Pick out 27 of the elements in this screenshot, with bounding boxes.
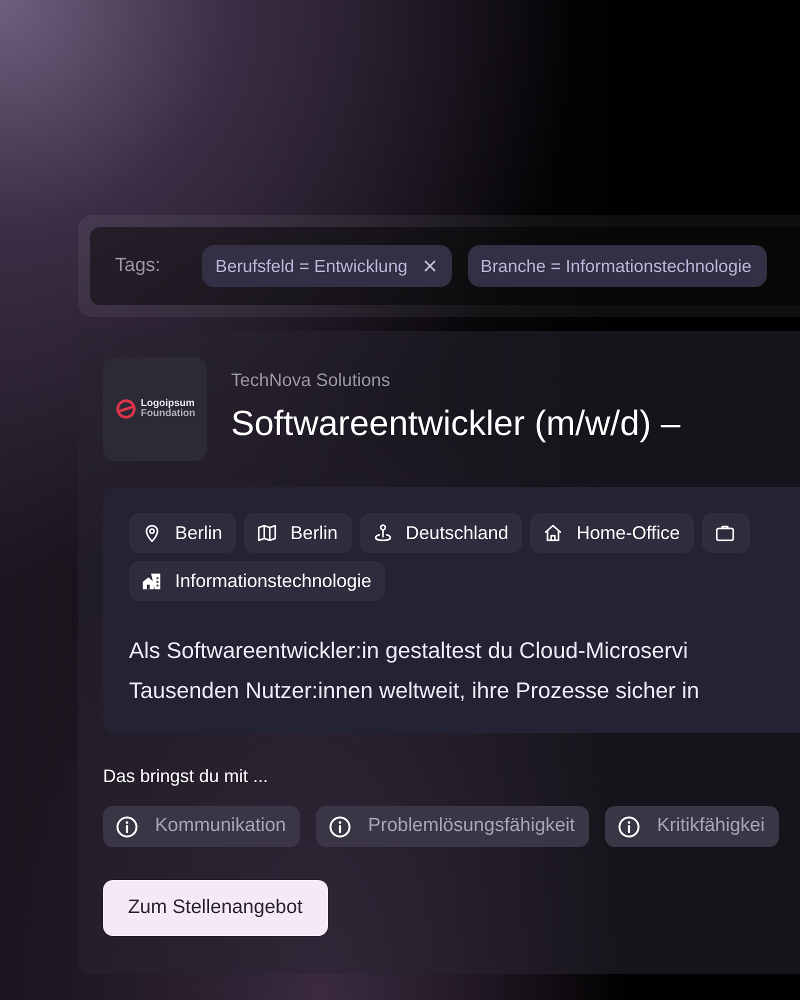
- filter-tag-label: Berufsfeld = Entwicklung: [215, 254, 408, 278]
- close-icon: [424, 260, 436, 272]
- skill-chip: Kommunikation: [103, 806, 300, 847]
- filter-label: Tags:: [115, 254, 160, 278]
- logo-text: Foundation: [140, 409, 196, 419]
- skill-chip: Kritikfähigkei: [604, 806, 779, 847]
- filter-tag[interactable]: Branche = Informationstechnologie: [468, 245, 768, 287]
- attribute-chip: Berlin: [129, 513, 236, 553]
- job-description: Als Softwareentwickler:in gestaltest du Cloud-Microservi Tausenden Nutzer:innen weltweit, ihre Prozesse sicher in: [129, 637, 700, 705]
- filter-tag[interactable]: Berufsfeld = Entwicklung: [202, 245, 452, 287]
- info-icon: [328, 814, 352, 838]
- attribute-chip: Home-Office: [530, 513, 694, 553]
- remove-tag-button[interactable]: [424, 260, 436, 272]
- job-title: Softwareentwickler (m/w/d) –: [231, 403, 680, 446]
- skills-heading: Das bringst du mit ...: [103, 765, 270, 788]
- info-icon: [115, 814, 139, 838]
- attribute-chip: Deutschland: [360, 513, 522, 553]
- skill-chip: Problemlösungsfähigkeit: [316, 806, 589, 847]
- attribute-chip: Informationstechnologie: [129, 561, 386, 601]
- logo-mark-icon: [114, 398, 137, 420]
- attribute-chip: Berlin: [244, 513, 352, 553]
- filter-tag-label: Branche = Informationstechnologie: [480, 254, 752, 278]
- job-offer-button[interactable]: Zum Stellenangebot: [103, 880, 328, 936]
- company-name: TechNova Solutions: [231, 369, 392, 392]
- map-icon: [256, 522, 278, 544]
- info-icon: [616, 814, 641, 838]
- logo-text: Logoipsum: [140, 399, 196, 409]
